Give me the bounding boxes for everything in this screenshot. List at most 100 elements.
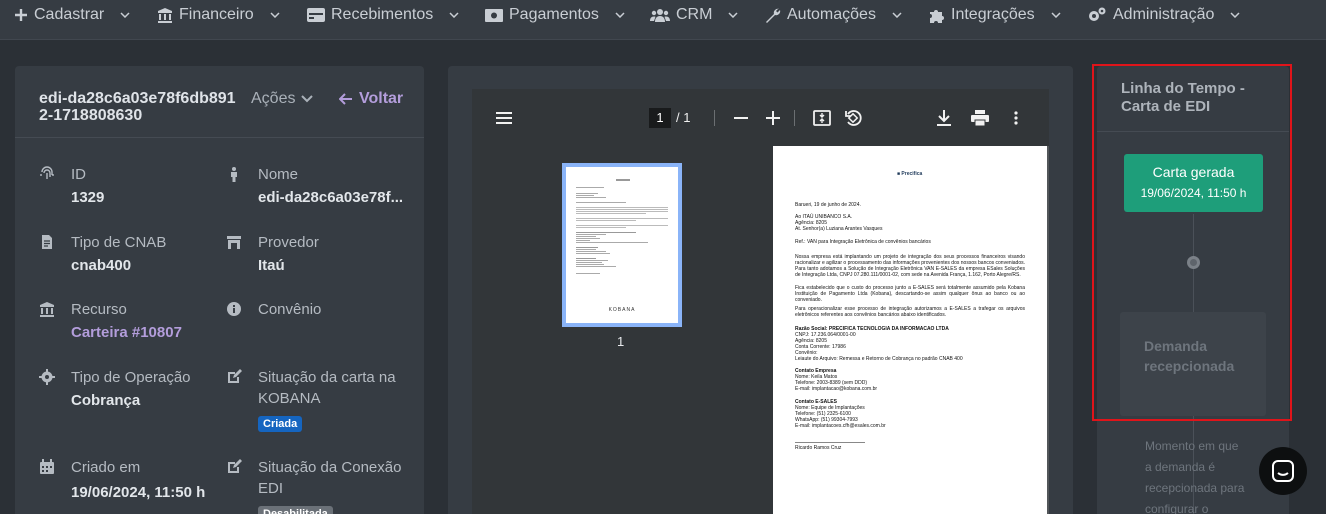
step-description: Momento em que a demanda é recepcionada …	[1145, 439, 1245, 514]
zoom-out-button[interactable]	[729, 107, 753, 129]
timeline-dot	[1187, 256, 1200, 269]
nav-recebimentos-label: Recebimentos	[331, 6, 434, 23]
field-tipo-cnab-value: cnab400	[71, 257, 132, 274]
storefront-icon	[227, 236, 241, 249]
thumbnail-page-number: 1	[617, 334, 625, 349]
nav-financeiro[interactable]: Financeiro	[157, 0, 280, 30]
gears-icon	[1089, 7, 1106, 21]
field-provedor-label: Provedor	[258, 234, 319, 251]
page-thumbnail[interactable]: KOBANA	[562, 163, 682, 327]
thumbnail-logo: KOBANA	[608, 307, 636, 313]
nav-automacoes[interactable]: Automações	[765, 0, 902, 30]
menu-button[interactable]	[492, 107, 516, 129]
field-convenio-label: Convênio	[258, 301, 322, 318]
nav-administracao-label: Administração	[1113, 6, 1215, 23]
page-number-input[interactable]: 1	[649, 108, 671, 128]
nav-integracoes[interactable]: Integrações	[929, 0, 1061, 30]
scrollbar-track[interactable]	[1316, 40, 1326, 514]
status-badge-desabilitada: Desabilitada	[258, 506, 333, 514]
doc-logo: ■ Precifica	[897, 171, 922, 177]
status-badge-criada: Criada	[258, 416, 303, 432]
nav-cadastrar[interactable]: Cadastrar	[14, 0, 130, 30]
doc-contato-esales-5: E-mail: implantacoes.cfh@esales.com.br	[795, 423, 886, 429]
voltar-link[interactable]: Voltar	[339, 90, 403, 108]
download-button[interactable]	[932, 107, 956, 129]
arrow-left-icon	[339, 93, 352, 105]
chevron-down-icon	[270, 12, 280, 18]
acoes-label: Ações	[251, 90, 296, 107]
more-vertical-icon	[1014, 111, 1018, 125]
hamburger-icon	[496, 112, 512, 124]
doc-company-6: Leiaute do Arquivo: Remessa e Retorno de…	[795, 356, 963, 362]
thumbnail-sidebar: KOBANA 1	[472, 146, 773, 514]
more-options-button[interactable]	[1004, 107, 1028, 129]
print-button[interactable]	[968, 107, 992, 129]
step-title: Carta gerada	[1152, 164, 1235, 180]
chat-icon	[1272, 460, 1294, 482]
voltar-label: Voltar	[359, 90, 404, 107]
nav-crm-label: CRM	[676, 6, 713, 23]
zoom-in-button[interactable]	[761, 107, 785, 129]
edit-icon	[228, 459, 242, 473]
chevron-down-icon	[615, 12, 625, 18]
thumbnail-page-preview	[576, 179, 668, 274]
field-tipo-cnab-label: Tipo de CNAB	[71, 234, 167, 251]
doc-address-3: At. Senhor(a) Luziana Arantes Vasques	[795, 226, 883, 232]
field-criado-em-value: 19/06/2024, 11:50 h	[71, 484, 206, 501]
doc-paragraph-3: Para operacionalizar esse processo de in…	[795, 306, 1025, 318]
chevron-down-icon	[728, 12, 738, 18]
doc-contato-empresa-4: E-mail: implantacao@kobana.com.br	[795, 386, 878, 392]
rotate-button[interactable]	[841, 107, 865, 129]
fit-page-button[interactable]	[810, 107, 834, 129]
nav-administracao[interactable]: Administração	[1087, 0, 1240, 30]
nav-automacoes-label: Automações	[787, 6, 876, 23]
nav-crm[interactable]: CRM	[650, 0, 738, 30]
step-title: Demanda recepcionada	[1144, 338, 1235, 374]
plus-icon	[766, 111, 780, 125]
chevron-down-icon	[1230, 12, 1240, 18]
nav-pagamentos[interactable]: Pagamentos	[485, 0, 625, 30]
rotate-icon	[845, 110, 862, 126]
edi-detail-panel: edi-da28c6a03e78f6db8912-1718808630 Açõe…	[15, 66, 424, 514]
pdf-panel: 1 / 1 KOBANA 1 ■ Precifica Barueri, 19 d…	[448, 66, 1073, 514]
nav-pagamentos-label: Pagamentos	[509, 6, 599, 23]
field-recurso-link[interactable]: Carteira #10807	[71, 324, 221, 341]
nav-financeiro-label: Financeiro	[179, 6, 254, 23]
info-icon	[227, 302, 241, 316]
nav-recebimentos[interactable]: Recebimentos	[307, 0, 459, 30]
bank-icon	[158, 8, 172, 23]
puzzle-icon	[930, 10, 944, 23]
file-icon	[42, 235, 52, 249]
print-icon	[971, 110, 989, 126]
edi-title: edi-da28c6a03e78f6db8912-1718808630	[39, 90, 236, 124]
timeline-title: Linha do Tempo - Carta de EDI	[1121, 80, 1245, 115]
minus-icon	[734, 117, 748, 119]
step-date: 19/06/2024, 11:50 h	[1140, 186, 1247, 200]
edit-icon	[228, 369, 242, 383]
timeline-step-carta-gerada[interactable]: Carta gerada 19/06/2024, 11:50 h	[1124, 154, 1263, 212]
pdf-viewer: 1 / 1 KOBANA 1 ■ Precifica Barueri, 19 d…	[472, 89, 1049, 514]
chevron-down-icon	[301, 95, 314, 103]
plus-icon	[15, 9, 27, 21]
pdf-page: ■ Precifica Barueri, 19 de junho de 2024…	[773, 146, 1047, 514]
chat-launcher-button[interactable]	[1259, 447, 1307, 495]
download-icon	[937, 110, 951, 126]
toolbar-divider	[794, 110, 795, 126]
nav-integracoes-label: Integrações	[951, 6, 1035, 23]
pdf-toolbar: 1 / 1	[472, 89, 1049, 146]
fit-page-icon	[813, 110, 831, 126]
money-icon	[485, 8, 503, 22]
doc-paragraph-1: Nossa empresa está implantando um projet…	[795, 254, 1025, 278]
field-id-value: 1329	[71, 189, 105, 206]
field-criado-em-label: Criado em	[71, 459, 141, 476]
top-navigation: Cadastrar Financeiro Recebimentos Pagame…	[0, 0, 1326, 40]
wrench-icon	[766, 8, 781, 23]
field-provedor-value: Itaú	[258, 257, 285, 274]
field-tipo-operacao-label: Tipo de Operação	[71, 369, 191, 386]
doc-ref: Ref.: VAN para Integração Eletrônica de …	[795, 239, 931, 245]
signature-line	[795, 442, 865, 443]
toolbar-divider	[714, 110, 715, 126]
field-nome-value: edi-da28c6a03e78f...	[258, 189, 404, 206]
acoes-dropdown[interactable]: Ações	[251, 90, 314, 108]
timeline-step-demanda: Demanda recepcionada	[1120, 312, 1266, 416]
